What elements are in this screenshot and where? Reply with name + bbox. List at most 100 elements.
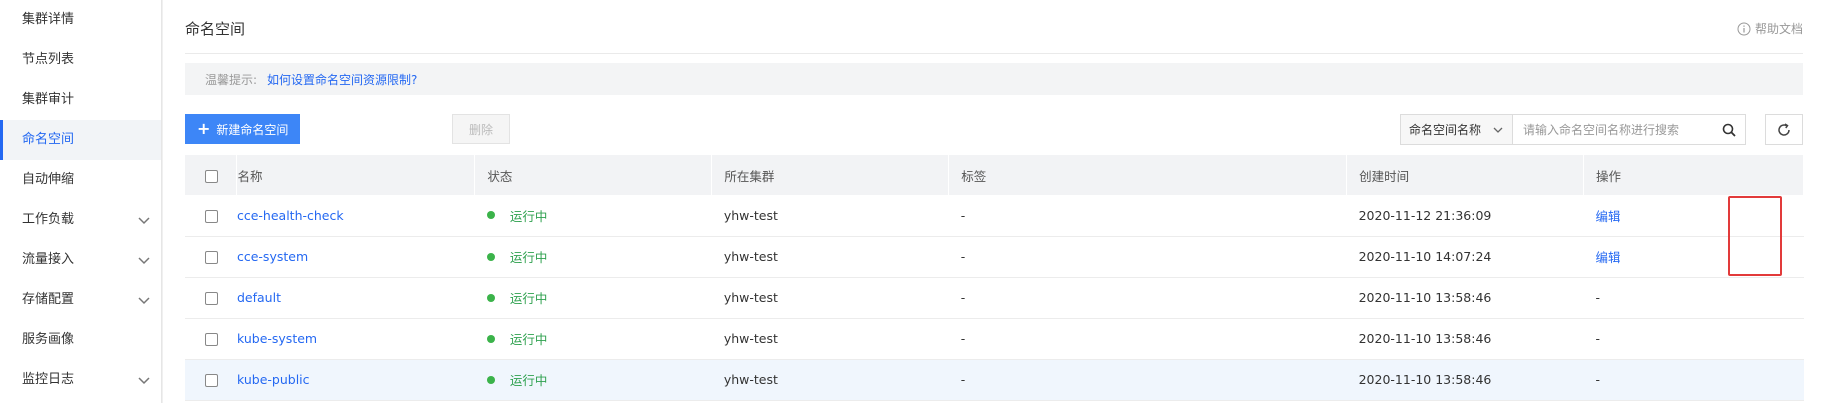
help-docs-label: 帮助文档 [1754, 22, 1803, 36]
tip-link[interactable]: 如何设置命名空间资源限制? [267, 71, 417, 88]
status-badge: 运行中 [486, 288, 548, 307]
sidebar-item-cluster-details[interactable]: 集群详情 [0, 0, 161, 40]
sidebar-item-label: 集群审计 [22, 92, 75, 107]
chevron-down-icon [138, 297, 150, 305]
tags-cell: - [948, 318, 1347, 360]
page-title: 命名空间 [185, 20, 246, 38]
status-dot-icon [486, 375, 495, 384]
status-cell: 运行中 [474, 359, 712, 401]
delete-button[interactable]: 删除 [452, 114, 510, 144]
name-cell: kube-system [236, 318, 475, 360]
table-row: cce-system 运行中 yhw-test - 2020-11-10 14:… [185, 236, 1804, 278]
chevron-down-icon [138, 257, 150, 265]
namespace-link[interactable]: cce-health-check [237, 208, 344, 223]
edit-link[interactable]: 编辑 [1596, 250, 1621, 265]
edit-link[interactable]: 编辑 [1596, 209, 1621, 224]
sidebar-item-namespaces[interactable]: 命名空间 [0, 120, 161, 160]
row-checkbox[interactable] [205, 209, 218, 223]
cluster-cell: yhw-test [711, 277, 949, 319]
created-cell: 2020-11-10 13:58:46 [1346, 318, 1584, 360]
actions-cell: - [1583, 359, 1804, 401]
table-header-row: 名称 状态 所在集群 标签 创建时间 操作 [185, 155, 1804, 195]
status-dot-icon [486, 211, 495, 220]
cluster-cell: yhw-test [711, 318, 949, 360]
create-namespace-button[interactable]: + 新建命名空间 [185, 114, 301, 144]
create-namespace-label: 新建命名空间 [216, 122, 289, 137]
chevron-down-icon [1493, 127, 1503, 133]
row-checkbox[interactable] [205, 251, 218, 264]
status-dot-icon [486, 334, 495, 343]
table-row: kube-public 运行中 yhw-test - 2020-11-10 13… [185, 359, 1804, 401]
row-select-cell [185, 277, 237, 319]
table-row: cce-health-check 运行中 yhw-test - 2020-11-… [185, 195, 1804, 237]
search-field-label: 命名空间名称 [1409, 123, 1482, 137]
actions-cell: - [1583, 277, 1804, 319]
row-select-cell [185, 236, 237, 278]
name-cell: kube-public [236, 359, 475, 401]
status-badge: 运行中 [486, 247, 548, 266]
table-row: default 运行中 yhw-test - 2020-11-10 13:58:… [185, 277, 1804, 319]
table-row: kube-system 运行中 yhw-test - 2020-11-10 13… [185, 318, 1804, 360]
status-cell: 运行中 [474, 195, 712, 237]
sidebar-item-node-list[interactable]: 节点列表 [0, 40, 161, 80]
row-checkbox[interactable] [205, 333, 218, 346]
tip-banner: 温馨提示: 如何设置命名空间资源限制? [185, 63, 1803, 95]
status-text: 运行中 [509, 373, 548, 388]
row-select-cell [185, 359, 237, 401]
chevron-down-icon [138, 217, 150, 225]
name-cell: cce-health-check [236, 195, 475, 237]
namespace-link[interactable]: kube-system [237, 331, 317, 346]
status-text: 运行中 [509, 208, 548, 224]
column-header-status: 状态 [474, 155, 713, 195]
sidebar-item-label: 命名空间 [22, 132, 75, 147]
search-icon [1722, 123, 1736, 137]
cluster-cell: yhw-test [711, 236, 949, 278]
column-header-actions: 操作 [1583, 155, 1804, 195]
sidebar-item-label: 流量接入 [22, 252, 75, 267]
status-text: 运行中 [509, 291, 548, 306]
sidebar-item-label: 存储配置 [22, 292, 75, 307]
namespace-link[interactable]: cce-system [237, 249, 308, 264]
sidebar-item-traffic-ingress[interactable]: 流量接入 [0, 240, 161, 280]
sidebar-item-autoscaling[interactable]: 自动伸缩 [0, 160, 161, 200]
row-select-cell [185, 195, 237, 237]
status-text: 运行中 [509, 250, 548, 265]
column-header-name: 名称 [236, 155, 476, 195]
search-input[interactable] [1513, 115, 1713, 144]
namespace-link[interactable]: kube-public [237, 372, 310, 387]
sidebar-item-label: 自动伸缩 [22, 172, 75, 187]
select-all-checkbox[interactable] [205, 169, 218, 183]
sidebar-item-label: 工作负载 [22, 212, 75, 227]
sidebar-item-service-profile[interactable]: 服务画像 [0, 320, 161, 360]
select-all-cell [185, 155, 238, 195]
row-select-cell [185, 318, 237, 360]
status-dot-icon [486, 293, 495, 302]
status-badge: 运行中 [486, 206, 548, 225]
sidebar-item-cluster-audit[interactable]: 集群审计 [0, 80, 161, 120]
sidebar-item-monitoring-logs[interactable]: 监控日志 [0, 360, 161, 400]
actions-cell: 编辑 [1583, 195, 1804, 237]
column-header-created: 创建时间 [1346, 155, 1585, 195]
sidebar: 集群详情 节点列表 集群审计 命名空间 自动伸缩 工作负载 流量接入 存储配置 … [0, 0, 162, 403]
column-header-cluster: 所在集群 [711, 155, 950, 195]
search-field-select[interactable]: 命名空间名称 [1401, 115, 1513, 144]
sidebar-item-label: 集群详情 [22, 12, 75, 27]
sidebar-item-storage-config[interactable]: 存储配置 [0, 280, 161, 320]
refresh-icon [1778, 122, 1790, 136]
actions-cell: - [1583, 318, 1804, 360]
row-checkbox[interactable] [205, 374, 218, 387]
info-icon [1737, 22, 1751, 35]
refresh-button[interactable] [1765, 114, 1803, 145]
cluster-cell: yhw-test [711, 195, 949, 237]
sidebar-item-label: 服务画像 [22, 332, 75, 347]
row-checkbox[interactable] [205, 292, 218, 305]
title-divider [185, 53, 1803, 54]
tags-cell: - [948, 277, 1347, 319]
help-docs-link[interactable]: 帮助文档 [1737, 20, 1803, 37]
namespace-link[interactable]: default [237, 290, 281, 305]
column-header-tags: 标签 [948, 155, 1348, 195]
namespace-table: 名称 状态 所在集群 标签 创建时间 操作 cce-health-check 运… [185, 155, 1804, 401]
plus-icon: + [197, 119, 211, 138]
search-button[interactable] [1713, 115, 1745, 144]
sidebar-item-workloads[interactable]: 工作负载 [0, 200, 161, 240]
